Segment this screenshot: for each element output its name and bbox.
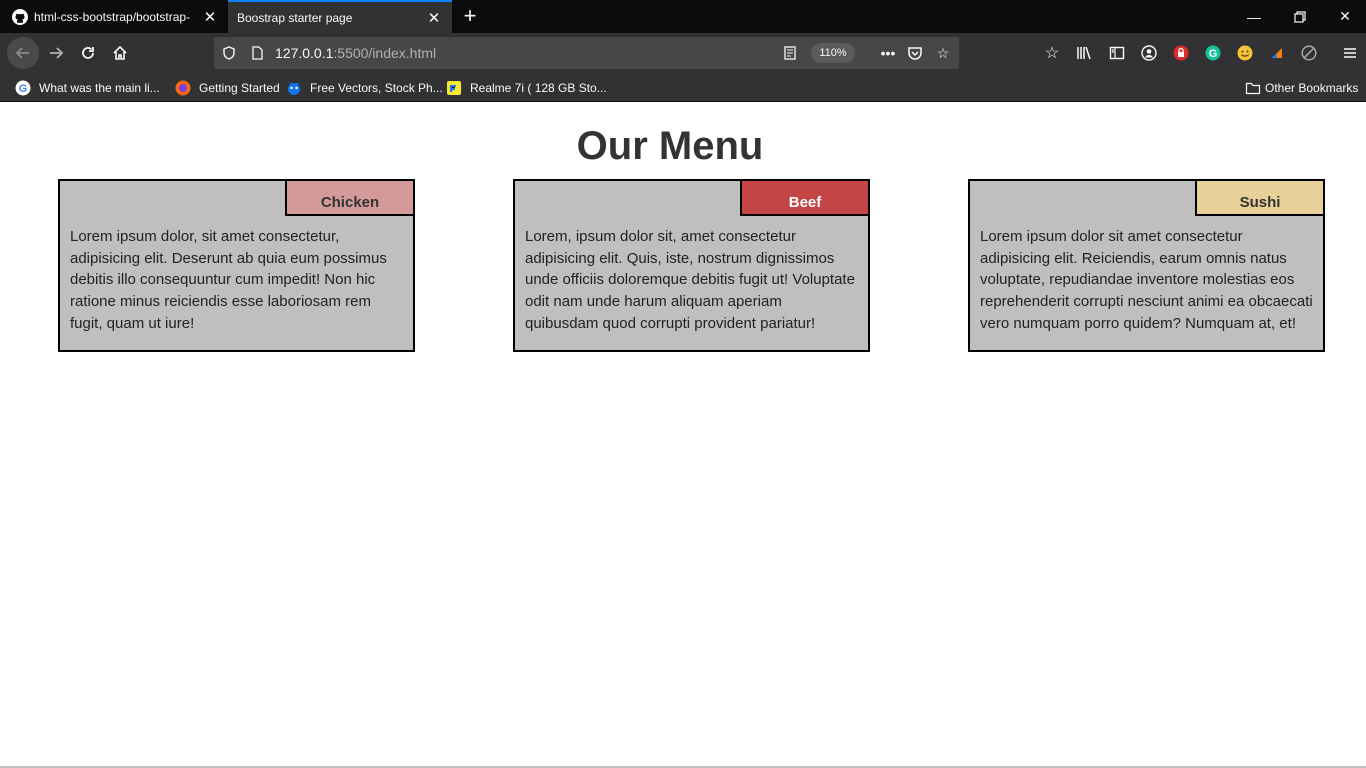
- lock-extension-icon[interactable]: [1170, 42, 1192, 64]
- bookmark-label: Free Vectors, Stock Ph...: [310, 81, 443, 95]
- tab-github[interactable]: html-css-bootstrap/bootstrap- ✕: [0, 0, 228, 33]
- back-icon[interactable]: [7, 37, 39, 69]
- bookmark-item[interactable]: Realme 7i ( 128 GB Sto...: [446, 79, 607, 97]
- menu-card-sushi: Sushi Lorem ipsum dolor sit amet consect…: [968, 179, 1325, 352]
- bookmark-item[interactable]: G What was the main li...: [15, 79, 160, 97]
- card-label: Beef: [740, 181, 868, 216]
- bookmark-item[interactable]: Getting Started: [175, 79, 280, 97]
- menu-icon[interactable]: [1339, 42, 1361, 64]
- svg-text:G: G: [1209, 48, 1218, 60]
- reload-icon[interactable]: [72, 37, 104, 69]
- navigation-toolbar: 127.0.0.1:5500/index.html 110% ••• ☆ ☆ G: [0, 33, 1366, 73]
- page-info-icon[interactable]: [247, 43, 267, 63]
- google-icon: G: [15, 80, 31, 96]
- pocket-icon[interactable]: [905, 43, 925, 63]
- grammarly-icon[interactable]: G: [1202, 42, 1224, 64]
- card-label: Chicken: [285, 181, 413, 216]
- close-tab-icon[interactable]: ✕: [422, 6, 446, 30]
- zoom-level[interactable]: 110%: [811, 43, 855, 63]
- tab-bar: html-css-bootstrap/bootstrap- ✕ Boostrap…: [0, 0, 1366, 33]
- devtools-extension-icon[interactable]: [1266, 42, 1288, 64]
- url-host: 127.0.0.1: [275, 45, 334, 61]
- close-window-icon[interactable]: ✕: [1322, 0, 1366, 33]
- github-icon: [12, 8, 28, 25]
- bookmark-label: Realme 7i ( 128 GB Sto...: [470, 81, 607, 95]
- saved-to-pocket-icon[interactable]: ☆: [1041, 42, 1063, 64]
- card-description: Lorem, ipsum dolor sit, amet consectetur…: [525, 228, 855, 332]
- tab-active[interactable]: Boostrap starter page ✕: [228, 0, 452, 33]
- url-bar[interactable]: 127.0.0.1:5500/index.html 110% ••• ☆: [214, 37, 959, 69]
- card-description: Lorem ipsum dolor, sit amet consectetur,…: [70, 228, 387, 332]
- account-icon[interactable]: [1138, 42, 1160, 64]
- other-bookmarks[interactable]: Other Bookmarks: [1245, 79, 1358, 97]
- library-icon[interactable]: [1073, 42, 1095, 64]
- freepik-icon: [286, 80, 302, 96]
- tab-title: Boostrap starter page: [237, 10, 353, 25]
- tab-title: html-css-bootstrap/bootstrap-: [34, 9, 191, 24]
- minimize-icon[interactable]: —: [1231, 0, 1277, 33]
- url-text: 127.0.0.1:5500/index.html: [275, 45, 436, 61]
- card-label: Sushi: [1195, 181, 1323, 216]
- star-bookmark-icon[interactable]: ☆: [933, 43, 953, 63]
- reader-view-icon[interactable]: [780, 43, 800, 63]
- new-tab-icon[interactable]: +: [458, 5, 482, 29]
- forward-icon[interactable]: [40, 37, 72, 69]
- svg-text:G: G: [19, 83, 28, 95]
- folder-icon: [1245, 80, 1261, 96]
- bookmarks-toolbar: G What was the main li... Getting Starte…: [0, 73, 1366, 102]
- sidebar-icon[interactable]: [1106, 42, 1128, 64]
- card-description: Lorem ipsum dolor sit amet consectetur a…: [980, 228, 1313, 332]
- emoji-extension-icon[interactable]: [1234, 42, 1256, 64]
- menu-card-beef: Beef Lorem, ipsum dolor sit, amet consec…: [513, 179, 870, 352]
- bookmark-label: Getting Started: [199, 81, 280, 95]
- home-icon[interactable]: [104, 37, 136, 69]
- url-path: :5500/index.html: [333, 45, 437, 61]
- more-actions-icon[interactable]: •••: [878, 43, 898, 63]
- firefox-icon: [175, 80, 191, 96]
- page-title: Our Menu: [576, 124, 764, 168]
- page-content: Our Menu Chicken Lorem ipsum dolor, sit …: [0, 102, 1366, 768]
- menu-card-chicken: Chicken Lorem ipsum dolor, sit amet cons…: [58, 179, 415, 352]
- restore-icon[interactable]: [1277, 0, 1323, 33]
- bookmark-label: What was the main li...: [39, 81, 160, 95]
- close-tab-icon[interactable]: ✕: [198, 5, 222, 29]
- other-bookmarks-label: Other Bookmarks: [1265, 81, 1359, 95]
- shield-icon[interactable]: [219, 43, 239, 63]
- flipkart-icon: [446, 80, 462, 96]
- blocker-icon[interactable]: [1298, 42, 1320, 64]
- bookmark-item[interactable]: Free Vectors, Stock Ph...: [286, 79, 443, 97]
